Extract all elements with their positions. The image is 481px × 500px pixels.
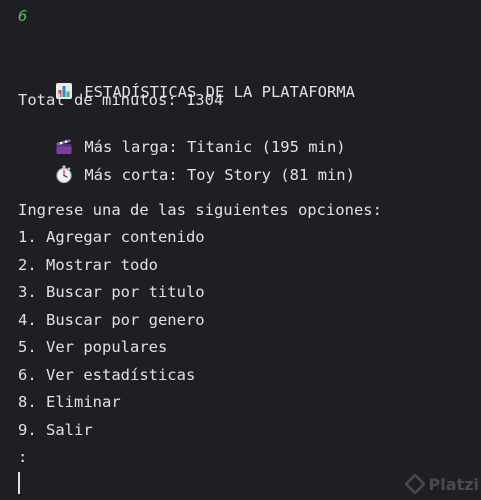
stopwatch-emoji-icon — [56, 165, 72, 183]
watermark-text: Platzi — [428, 474, 479, 494]
shortest-line: Más corta: Toy Story (81 min) — [18, 145, 355, 205]
run-console[interactable]: 6 ESTADÍSTICAS DE LA PLATAFORMA Total de… — [0, 0, 481, 500]
menu-option: 9. Salir — [18, 421, 93, 439]
menu-option: 1. Agregar contenido — [18, 228, 205, 246]
input-echo: 6 — [18, 7, 28, 25]
menu-option: 3. Buscar por titulo — [18, 283, 205, 301]
total-minutes: Total de minutos: 1304 — [18, 91, 224, 109]
menu-option: 2. Mostrar todo — [18, 256, 158, 274]
shortest-title: Más corta: Toy Story (81 min) — [84, 166, 355, 184]
text-cursor[interactable] — [18, 472, 20, 494]
menu-option: 4. Buscar por genero — [18, 311, 205, 329]
platzi-watermark: Platzi — [404, 474, 479, 494]
platzi-logo-icon — [404, 474, 425, 494]
input-prompt: : — [18, 448, 28, 466]
menu-option: 6. Ver estadísticas — [18, 366, 196, 384]
menu-prompt: Ingrese una de las siguientes opciones: — [18, 201, 382, 219]
menu-option: 8. Eliminar — [18, 393, 121, 411]
menu-option: 5. Ver populares — [18, 338, 168, 356]
